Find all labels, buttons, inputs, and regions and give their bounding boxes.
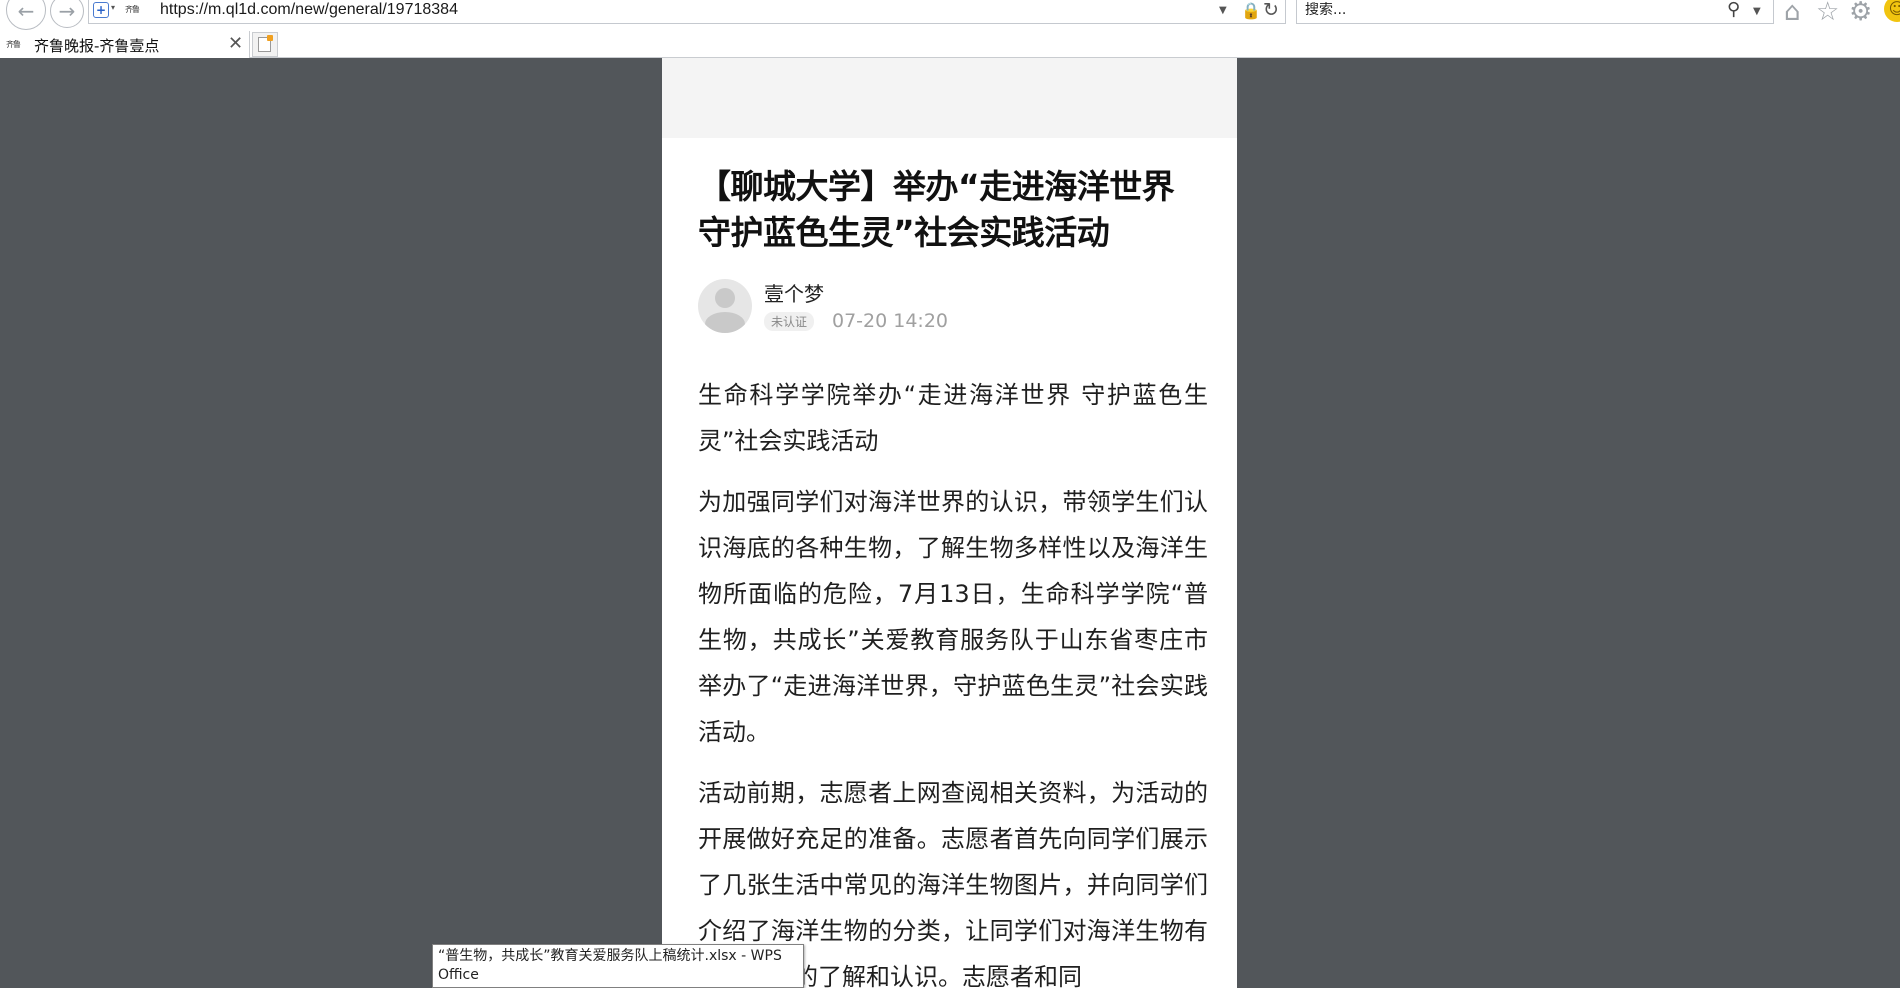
search-box[interactable]: ⚲ ▼ [1296,0,1774,24]
smiley-icon[interactable]: ☺ [1884,0,1900,22]
tab-active[interactable]: 齐鲁 齐鲁晚报-齐鲁壹点 ✕ [0,31,250,58]
lock-icon[interactable]: 🔒 [1241,1,1261,20]
tab-title[interactable]: 齐鲁晚报-齐鲁壹点 [34,35,159,56]
article-banner [662,58,1237,138]
chevron-down-icon[interactable]: ▾ [111,3,115,12]
avatar[interactable] [698,279,752,333]
article-container: 【聊城大学】举办“走进海洋世界 守护蓝色生灵”社会实践活动 壹个梦 未认证 07… [662,58,1237,988]
browser-chrome: ← → + ▾ 齐鲁 https://m.ql1d.com/new/genera… [0,0,1900,58]
forward-button[interactable]: → [50,0,84,28]
article-paragraph: 生命科学学院举办“走进海洋世界 守护蓝色生灵”社会实践活动 [698,381,1208,455]
new-tab-button[interactable] [252,32,278,57]
home-icon[interactable]: ⌂ [1784,0,1801,27]
refresh-icon[interactable]: ↻ [1263,0,1279,21]
avatar-head-shape [715,288,735,308]
compat-view-icon[interactable]: + [93,2,109,18]
search-icon[interactable]: ⚲ [1727,0,1740,20]
search-dropdown-icon[interactable]: ▼ [1753,6,1761,17]
url-dropdown-icon[interactable]: ▼ [1219,5,1227,16]
publish-time: 07-20 14:20 [832,310,949,332]
star-icon[interactable]: ☆ [1816,0,1839,27]
forward-arrow-icon: → [58,0,76,23]
taskbar-tooltip: “普生物，共成长”教育关爱服务队上稿统计.xlsx - WPS Office [432,944,804,988]
tab-favicon-icon: 齐鲁 [6,40,21,49]
tab-bar: 齐鲁 齐鲁晚报-齐鲁壹点 ✕ [0,31,1900,58]
article-body: 生命科学学院举办“走进海洋世界 守护蓝色生灵”社会实践活动 为加强同学们对海洋世… [698,372,1208,988]
close-icon[interactable]: ✕ [228,33,243,54]
search-input[interactable] [1305,2,1705,18]
article-title: 【聊城大学】举办“走进海洋世界 守护蓝色生灵”社会实践活动 [698,167,1175,252]
back-button[interactable]: ← [6,0,46,30]
article-paragraph: 为加强同学们对海洋世界的认识，带领学生们认识海底的各种生物，了解生物多样性以及海… [698,488,1208,746]
site-favicon-icon: 齐鲁 [125,5,140,14]
new-tab-icon [258,35,273,52]
verify-status-badge: 未认证 [764,312,815,331]
gear-icon[interactable]: ⚙ [1849,0,1872,27]
avatar-body-shape [705,312,745,333]
author-name[interactable]: 壹个梦 [764,278,824,307]
address-bar[interactable]: + ▾ 齐鲁 https://m.ql1d.com/new/general/19… [88,0,1286,24]
back-arrow-icon: ← [17,0,35,23]
url-text[interactable]: https://m.ql1d.com/new/general/19718384 [160,1,458,19]
address-row: ← → + ▾ 齐鲁 https://m.ql1d.com/new/genera… [0,0,1900,30]
